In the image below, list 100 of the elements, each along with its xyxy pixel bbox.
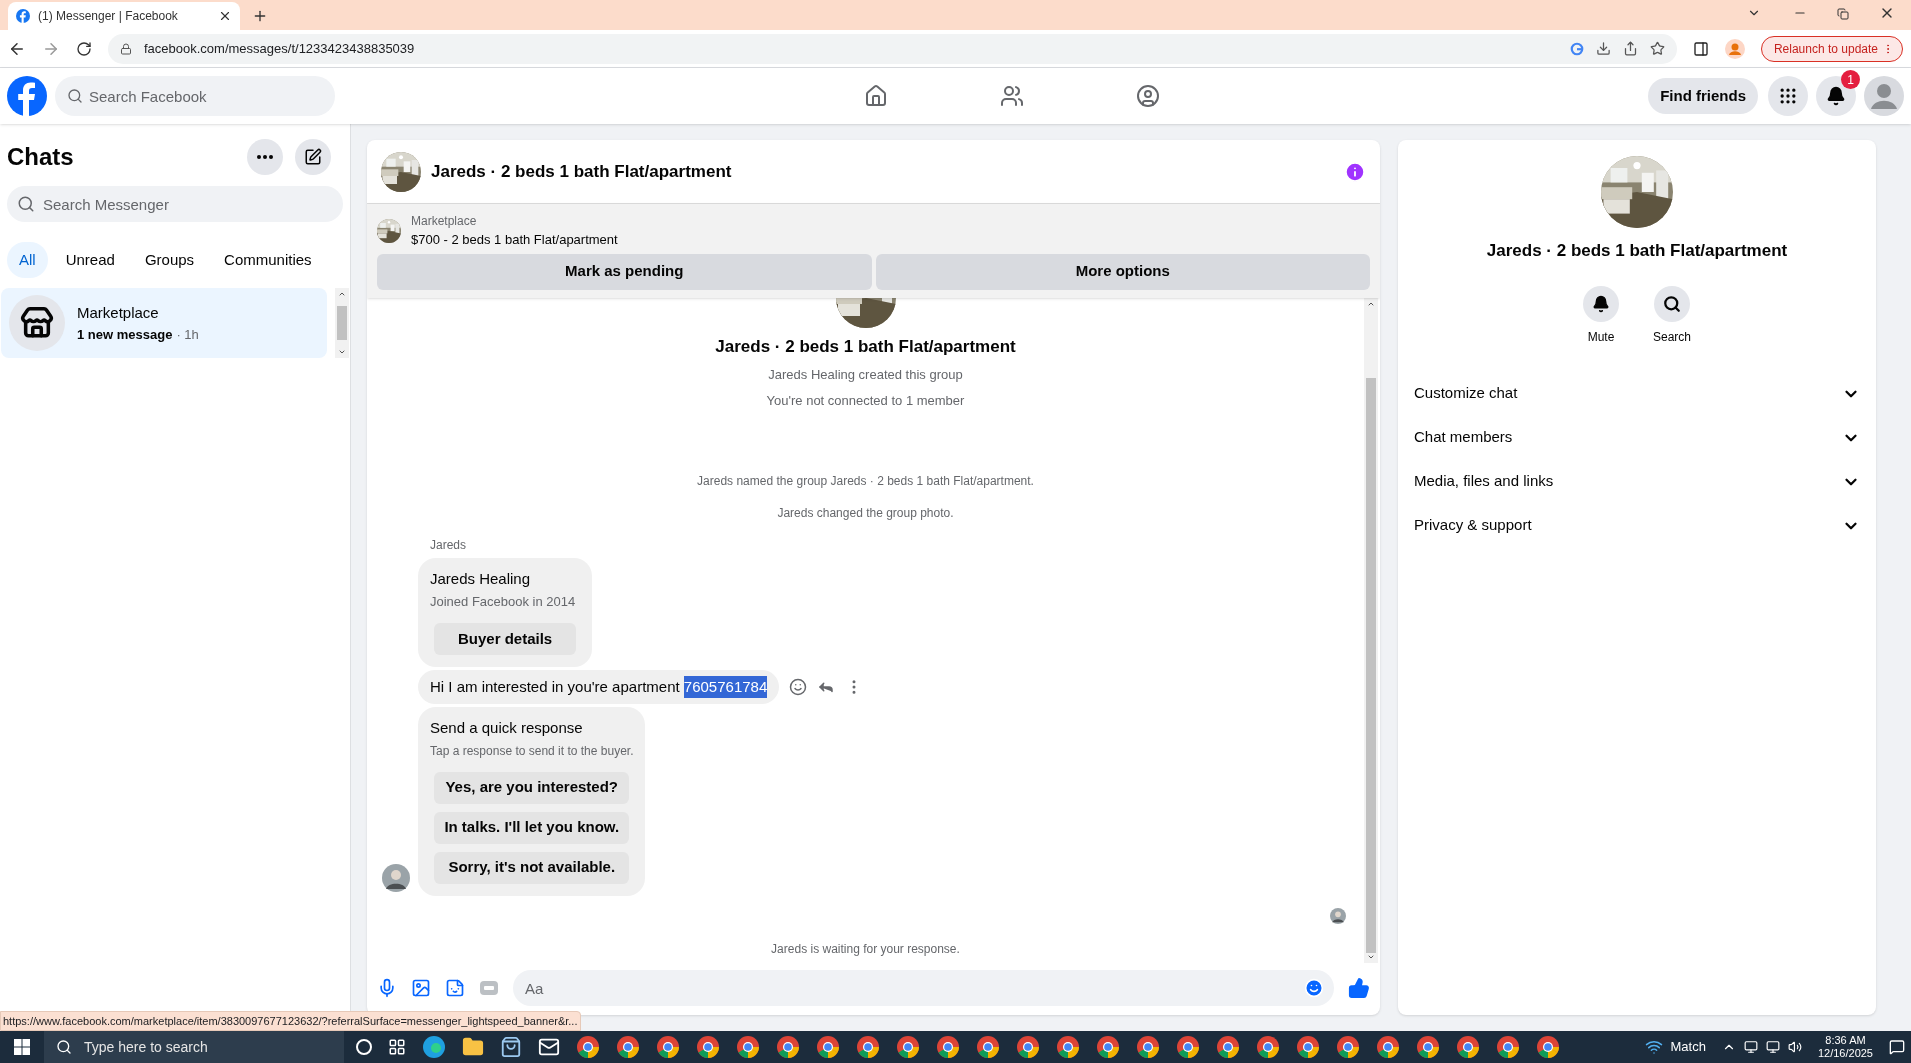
task-view-icon[interactable]: [388, 1038, 406, 1056]
chrome-icon[interactable]: [1296, 1035, 1320, 1059]
display-icon[interactable]: [1743, 1040, 1758, 1054]
cortana-icon[interactable]: [356, 1039, 372, 1055]
close-icon[interactable]: [218, 9, 232, 23]
like-icon[interactable]: [1348, 977, 1370, 999]
store-icon[interactable]: [500, 1036, 522, 1058]
filter-tab[interactable]: All: [7, 242, 48, 278]
chrome-icon[interactable]: [576, 1035, 600, 1059]
mute-button[interactable]: [1583, 285, 1619, 322]
scroll-down-icon[interactable]: [338, 348, 346, 356]
microphone-icon[interactable]: [377, 978, 397, 998]
chrome-icon[interactable]: [856, 1035, 880, 1059]
side-panel-icon[interactable]: [1692, 40, 1709, 57]
notifications-button[interactable]: [1816, 76, 1856, 116]
filter-tab[interactable]: Communities: [212, 242, 324, 278]
intro-title: Jareds · 2 beds 1 bath Flat/apartment: [715, 335, 1016, 358]
scrollbar-thumb[interactable]: [1366, 377, 1376, 953]
chrome-icon[interactable]: [816, 1035, 840, 1059]
bookmark-icon[interactable]: [1649, 41, 1665, 56]
chrome-icon[interactable]: [1536, 1035, 1560, 1059]
reload-icon[interactable]: [76, 40, 92, 57]
chrome-icon[interactable]: [616, 1035, 640, 1059]
account-avatar[interactable]: [1864, 76, 1904, 116]
start-icon[interactable]: [14, 1039, 30, 1055]
chrome-icon[interactable]: [1416, 1035, 1440, 1059]
search-field[interactable]: Search Messenger: [7, 186, 343, 222]
scrollbar[interactable]: [335, 288, 349, 358]
chrome-icon[interactable]: [696, 1035, 720, 1059]
chrome-icon[interactable]: [656, 1035, 680, 1059]
chat-title: Jareds · 2 beds 1 bath Flat/apartment: [431, 160, 733, 183]
chrome-icon[interactable]: [1136, 1035, 1160, 1059]
share-icon[interactable]: [1622, 41, 1638, 56]
edge-icon[interactable]: [422, 1035, 446, 1059]
chrome-icon[interactable]: [976, 1035, 1000, 1059]
filter-tab[interactable]: Groups: [132, 242, 207, 278]
chrome-icon[interactable]: [1376, 1035, 1400, 1059]
groups-icon[interactable]: [1135, 84, 1160, 108]
friends-icon[interactable]: [999, 84, 1024, 108]
chrome-icon[interactable]: [1016, 1035, 1040, 1059]
browser-tab[interactable]: (1) Messenger | Facebook: [8, 2, 240, 30]
find-friends-button[interactable]: Find friends: [1648, 78, 1758, 114]
listing-action-button[interactable]: Mark as pending: [377, 253, 872, 290]
chrome-icon[interactable]: [1456, 1035, 1480, 1059]
section-header[interactable]: Media, files and links: [1414, 470, 1842, 493]
search-button[interactable]: [1654, 285, 1690, 322]
quick-reply-button[interactable]: In talks. I'll let you know.: [434, 811, 630, 844]
listing-summary: $700 - 2 beds 1 bath Flat/apartment: [411, 231, 618, 249]
chrome-icon[interactable]: [1176, 1035, 1200, 1059]
chrome-icon[interactable]: [1056, 1035, 1080, 1059]
install-icon[interactable]: [1595, 41, 1611, 56]
chrome-icon[interactable]: [1216, 1035, 1240, 1059]
message-bubble: Hi I am interested in you're apartment 7605761784: [418, 670, 780, 704]
chrome-icon[interactable]: [776, 1035, 800, 1059]
mail-icon[interactable]: [538, 1036, 560, 1058]
menu-button[interactable]: [1768, 76, 1808, 116]
chrome-icon[interactable]: [1096, 1035, 1120, 1059]
home-icon[interactable]: [863, 84, 888, 108]
clock-date: 12/16/2025: [1817, 1047, 1873, 1060]
scrollbar[interactable]: [1364, 297, 1378, 963]
system-message: Jareds named the group Jareds · 2 beds 1 bath Flat/apartment.: [697, 473, 1034, 490]
scroll-up-icon[interactable]: [338, 290, 346, 298]
search-field[interactable]: Search Facebook: [55, 76, 335, 116]
address-bar[interactable]: facebook.com/messages/t/1233423438835039: [108, 33, 1677, 64]
more-icon: [257, 155, 273, 159]
photo-icon[interactable]: [411, 978, 431, 998]
sticker-icon[interactable]: [445, 978, 465, 998]
chrome-icon[interactable]: [896, 1035, 920, 1059]
filter-tab[interactable]: Unread: [53, 242, 127, 278]
info-icon[interactable]: [1344, 160, 1366, 183]
folder-icon[interactable]: [462, 1036, 484, 1058]
logo-icon[interactable]: [7, 76, 47, 116]
profile-icon[interactable]: [1724, 38, 1745, 59]
chrome-icon[interactable]: [936, 1035, 960, 1059]
google-icon[interactable]: [1569, 41, 1584, 56]
quick-reply-button[interactable]: Yes, are you interested?: [434, 771, 630, 804]
section-header[interactable]: Customize chat: [1414, 382, 1842, 405]
buyer-subtitle: Joined Facebook in 2014: [430, 592, 577, 611]
volume-icon[interactable]: [1787, 1040, 1802, 1054]
message-field[interactable]: Aa: [513, 970, 1334, 1006]
taskbar-search-field[interactable]: Type here to search: [44, 1031, 344, 1063]
restore-icon[interactable]: [1837, 8, 1849, 20]
new-message-button[interactable]: [295, 139, 331, 175]
notifications-icon[interactable]: [1889, 1039, 1905, 1055]
listing-action-button[interactable]: More options: [875, 253, 1370, 290]
scroll-down-icon[interactable]: [1367, 953, 1375, 961]
chrome-icon[interactable]: [1336, 1035, 1360, 1059]
buyer-details-button[interactable]: Buyer details: [434, 623, 577, 655]
bell-icon: [1592, 294, 1610, 313]
more-button[interactable]: [247, 139, 283, 175]
chrome-icon[interactable]: [1496, 1035, 1520, 1059]
scrollbar-thumb[interactable]: [337, 306, 347, 340]
chrome-icon[interactable]: [736, 1035, 760, 1059]
chrome-icon[interactable]: [1256, 1035, 1280, 1059]
section-header[interactable]: Chat members: [1414, 426, 1842, 449]
new-tab-icon[interactable]: [252, 8, 268, 24]
react-icon[interactable]: [789, 678, 808, 696]
section-header[interactable]: Privacy & support: [1414, 514, 1842, 537]
chat-item[interactable]: Marketplace 1 new message · 1h: [1, 288, 327, 358]
quick-reply-button[interactable]: Sorry, it's not available.: [434, 851, 630, 884]
